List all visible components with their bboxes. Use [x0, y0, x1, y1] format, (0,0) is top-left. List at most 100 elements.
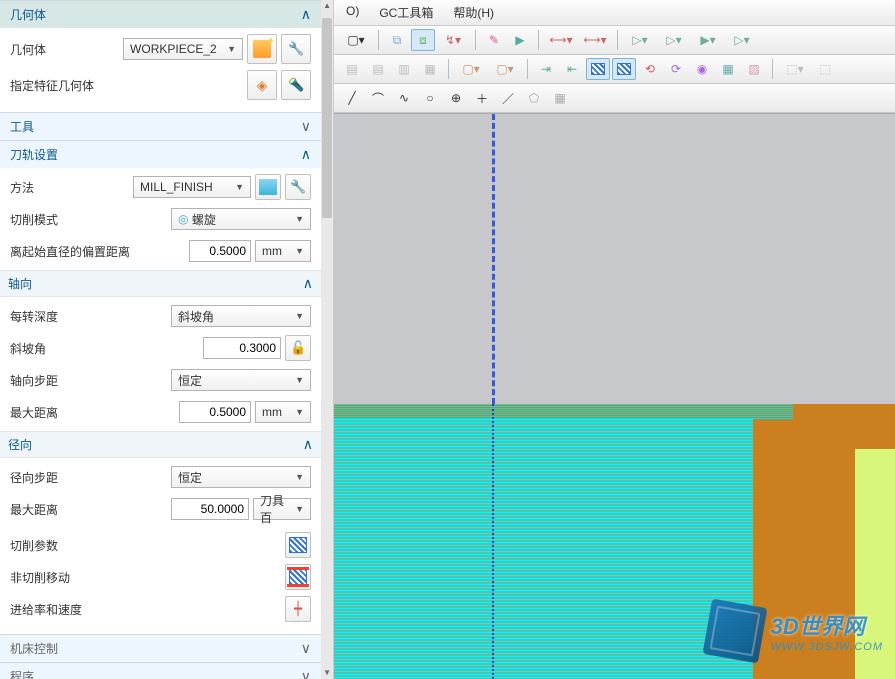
- lock-icon: 🔓: [290, 340, 306, 356]
- watermark-cube-icon: [702, 599, 767, 664]
- tb-step4-button[interactable]: [612, 58, 636, 80]
- tb-step1-button[interactable]: ⇥: [534, 58, 558, 80]
- depth-per-rev-dropdown[interactable]: 斜坡角 ▼: [171, 305, 311, 327]
- tb-rot-button[interactable]: ⟲: [638, 58, 662, 80]
- menu-item-o[interactable]: O): [342, 3, 363, 22]
- method-dropdown[interactable]: MILL_FINISH ▼: [133, 176, 251, 198]
- menu-item-help[interactable]: 帮助(H): [449, 3, 498, 22]
- tb-csys-button[interactable]: ↯▾: [437, 29, 469, 51]
- chevron-down-icon: ▼: [295, 407, 304, 417]
- section-program-header[interactable]: 程序 ∨: [0, 662, 321, 679]
- axis-line: [492, 114, 495, 404]
- method-edit-button[interactable]: 🔧: [285, 174, 311, 200]
- tb-verify4-button[interactable]: ▷▾: [726, 29, 758, 51]
- radial-step-dropdown[interactable]: 恒定 ▼: [171, 466, 311, 488]
- tb-layer-button[interactable]: ▢▾: [340, 29, 372, 51]
- tb-poly-button[interactable]: ⬠: [522, 87, 546, 109]
- select-feature-button[interactable]: ◈: [247, 70, 277, 100]
- tb-measure-button[interactable]: ✎: [482, 29, 506, 51]
- tb-dim1-button[interactable]: ⟷▾: [545, 29, 577, 51]
- panel-scrollbar[interactable]: ▲ ▼: [321, 0, 333, 679]
- tb-sel1-button[interactable]: ▢▾: [455, 58, 487, 80]
- section-toolpath-header[interactable]: 刀轨设置 ∧: [0, 140, 321, 168]
- feed-speed-label: 进给率和速度: [10, 601, 150, 618]
- section-toolpath-title: 刀轨设置: [10, 146, 58, 163]
- axial-max-dist-unit-dropdown[interactable]: mm ▼: [255, 401, 311, 423]
- cut-pattern-dropdown[interactable]: ◎ 螺旋 ▼: [171, 208, 311, 230]
- tb-slash-button[interactable]: ／: [496, 87, 520, 109]
- edit-geometry-button[interactable]: 🔧: [281, 34, 311, 64]
- geometry-body-value: WORKPIECE_2: [130, 42, 217, 56]
- tb-step3-button[interactable]: [586, 58, 610, 80]
- tb-layer1-button[interactable]: ▤: [340, 58, 364, 80]
- radial-max-dist-unit-dropdown[interactable]: 刀具百 ▼: [253, 498, 311, 520]
- tb-circle-button[interactable]: ○: [418, 87, 442, 109]
- tb-verify2-button[interactable]: ▷▾: [658, 29, 690, 51]
- collapse-up-icon: ∧: [301, 146, 311, 163]
- tb-layer3-button[interactable]: ▥: [392, 58, 416, 80]
- tb-verify3-button[interactable]: ▶▾: [692, 29, 724, 51]
- axial-max-dist-input[interactable]: [179, 401, 251, 423]
- tb-sim4-button[interactable]: ▨: [742, 58, 766, 80]
- geometry-body-dropdown[interactable]: WORKPIECE_2 ▼: [123, 38, 243, 60]
- watermark-url: WWW.3DSJW.COM: [771, 641, 883, 653]
- tb-spline-button[interactable]: ∿: [392, 87, 416, 109]
- tb-dim2-button[interactable]: ⟷▾: [579, 29, 611, 51]
- viewport-area: O) GC工具箱 帮助(H) ▢▾ ⧉ ⧈ ↯▾ ✎ ▶ ⟷▾ ⟷▾ ▷▾ ▷▾…: [334, 0, 895, 679]
- tb-arc-button[interactable]: ⌒: [366, 87, 390, 109]
- method-value: MILL_FINISH: [140, 180, 213, 194]
- tb-body2-button[interactable]: ⬚: [813, 58, 837, 80]
- feed-icon: ┿: [294, 601, 302, 617]
- tb-sim2-button[interactable]: ◉: [690, 58, 714, 80]
- tb-plus-button[interactable]: ＋: [470, 87, 494, 109]
- scroll-down-icon[interactable]: ▼: [321, 667, 333, 679]
- offset-unit-dropdown[interactable]: mm ▼: [255, 240, 311, 262]
- axial-step-dropdown[interactable]: 恒定 ▼: [171, 369, 311, 391]
- tb-line-button[interactable]: ╱: [340, 87, 364, 109]
- sub-radial-header[interactable]: 径向 ∧: [0, 431, 321, 458]
- ramp-angle-input[interactable]: [203, 337, 281, 359]
- cut-pattern-value: 螺旋: [192, 211, 216, 228]
- tb-copy-button[interactable]: ⧉: [385, 29, 409, 51]
- properties-panel: 几何体 ∧ 几何体 WORKPIECE_2 ▼ 🔧 指定特: [0, 0, 334, 679]
- scroll-thumb[interactable]: [322, 18, 332, 218]
- method-inherit-button[interactable]: [255, 174, 281, 200]
- tb-sel2-button[interactable]: ▢▾: [489, 58, 521, 80]
- section-geometry-title: 几何体: [10, 6, 46, 23]
- graphics-viewport[interactable]: 3D世界网 WWW.3DSJW.COM: [334, 113, 895, 679]
- tb-layer4-button[interactable]: ▦: [418, 58, 442, 80]
- tb-layer2-button[interactable]: ▤: [366, 58, 390, 80]
- tb-cross-button[interactable]: ⊕: [444, 87, 468, 109]
- tb-body-button[interactable]: ⬚▾: [779, 58, 811, 80]
- tb-play-button[interactable]: ▶: [508, 29, 532, 51]
- section-geometry-header[interactable]: 几何体 ∧: [0, 0, 321, 28]
- radial-max-dist-input[interactable]: [171, 498, 249, 520]
- sub-axial-title: 轴向: [8, 275, 32, 292]
- tb-step2-button[interactable]: ⇤: [560, 58, 584, 80]
- non-cut-button[interactable]: [285, 564, 311, 590]
- chevron-down-icon: ∨: [301, 640, 311, 657]
- lock-button[interactable]: 🔓: [285, 335, 311, 361]
- section-machine-header[interactable]: 机床控制 ∨: [0, 634, 321, 662]
- scroll-up-icon[interactable]: ▲: [321, 0, 333, 12]
- new-geometry-button[interactable]: [247, 34, 277, 64]
- section-tool-header[interactable]: 工具 ∨: [0, 112, 321, 140]
- wrench-icon: 🔧: [290, 179, 306, 195]
- tb-verify1-button[interactable]: ▷▾: [624, 29, 656, 51]
- collapse-up-icon: ∧: [303, 275, 313, 292]
- sub-axial-header[interactable]: 轴向 ∧: [0, 270, 321, 297]
- feed-speed-button[interactable]: ┿: [285, 596, 311, 622]
- hatch-icon: [289, 537, 307, 553]
- show-feature-button[interactable]: 🔦: [281, 70, 311, 100]
- chevron-down-icon: ▼: [295, 375, 304, 385]
- flashlight-icon: 🔦: [288, 77, 304, 93]
- axial-max-dist-label: 最大距离: [10, 404, 110, 421]
- menu-item-gctoolbox[interactable]: GC工具箱: [375, 3, 437, 22]
- tb-grid-button[interactable]: ▦: [548, 87, 572, 109]
- offset-input[interactable]: [189, 240, 251, 262]
- tb-sim3-button[interactable]: ▦: [716, 58, 740, 80]
- tb-sim1-button[interactable]: ⟳: [664, 58, 688, 80]
- cut-params-button[interactable]: [285, 532, 311, 558]
- toolbar-1: ▢▾ ⧉ ⧈ ↯▾ ✎ ▶ ⟷▾ ⟷▾ ▷▾ ▷▾ ▶▾ ▷▾: [334, 26, 895, 55]
- tb-wcs-button[interactable]: ⧈: [411, 29, 435, 51]
